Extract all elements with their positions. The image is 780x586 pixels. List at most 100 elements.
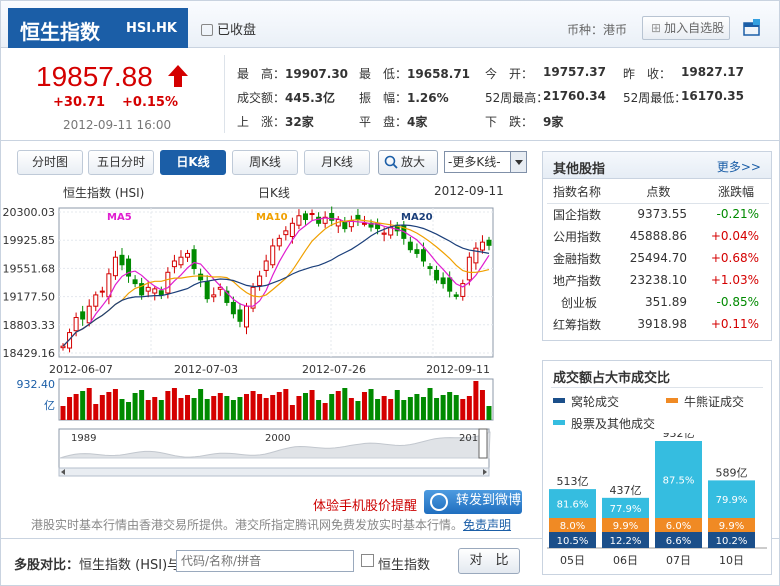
table-row[interactable]: 国企指数 9373.55 -0.21% (547, 203, 769, 225)
tab-weekly-k[interactable]: 周K线 (232, 150, 298, 175)
candle-body (355, 214, 361, 221)
share-grid-icon[interactable] (743, 19, 761, 36)
stat-item: 今 开： 19757.37 (485, 65, 606, 82)
volume-bar (283, 389, 289, 420)
cbbc-pct: 9.9% (613, 521, 638, 532)
tab-five-day[interactable]: 五日分时 (88, 150, 154, 175)
candle-body (427, 266, 433, 270)
tab-daily-k[interactable]: 日K线 (160, 150, 226, 175)
candle-body (93, 294, 99, 307)
candle-body (309, 213, 315, 216)
stat-value: 21760.34 (543, 89, 607, 103)
warrant-pct: 10.2% (716, 536, 748, 547)
stat-value: 19827.17 (681, 65, 745, 79)
turnover-total: 437亿 (610, 484, 642, 497)
candle-body (171, 260, 177, 268)
turnover-total: 932亿 (663, 433, 695, 440)
candle-body (99, 290, 105, 293)
volume-bar (119, 399, 125, 420)
index-value-cell: 9373.55 (637, 207, 688, 222)
volume-bar (348, 398, 354, 420)
volume-bar (375, 399, 381, 420)
candle-body (198, 273, 204, 281)
candle-body (479, 241, 485, 251)
candle-body (453, 294, 459, 297)
volume-bar (60, 406, 66, 420)
volume-bar (335, 391, 341, 420)
hsi-checkbox[interactable] (361, 554, 374, 567)
add-watchlist-label: 加入自选股 (664, 21, 725, 35)
volume-bar (394, 390, 400, 420)
candle-body (276, 237, 282, 247)
chart-footer: 体验手机股价提醒 转发到微博 港股实时基本行情由香港交易所提供。港交所指定腾讯网… (1, 487, 531, 537)
volume-bar (401, 400, 407, 420)
stat-label: 今 开： (485, 67, 534, 81)
col-value: 点数 (613, 181, 698, 204)
candle-body (486, 239, 492, 246)
mobile-alert-link[interactable]: 体验手机股价提醒 (313, 495, 417, 514)
ma-label: MA5 (107, 212, 132, 223)
stock-pct: 77.9% (610, 504, 642, 515)
volume-bar (93, 404, 99, 420)
tab-intraday[interactable]: 分时图 (17, 150, 83, 175)
index-value-cell: 3918.98 (637, 317, 688, 331)
legend-stock-label: 股票及其他成交 (571, 417, 656, 431)
compare-label: 多股对比： (14, 558, 80, 573)
compare-button[interactable]: 对 比 (458, 548, 520, 574)
more-link[interactable]: 更多>> (717, 158, 761, 175)
table-row[interactable]: 红筹指数 3918.98 +0.11% (547, 313, 769, 335)
zoom-label: 放大 (401, 155, 426, 169)
y-tick-label: 18803.33 (3, 319, 56, 332)
price-percent: +0.15% (122, 95, 178, 110)
tab-monthly-k[interactable]: 月K线 (304, 150, 370, 175)
other-index-panel: 其他股指 更多>> 指数名称 点数 涨跌幅 国企指数 9373.55 -0.21% 公… (542, 151, 772, 341)
index-name-cell: 金融指数 (553, 251, 602, 266)
navigator-year: 2000 (265, 433, 290, 444)
other-index-header: 其他股指 更多>> (543, 152, 771, 179)
volume-bar (486, 406, 492, 420)
table-row[interactable]: 金融指数 25494.70 +0.68% (547, 247, 769, 269)
index-value-cell: 45888.86 (629, 229, 688, 243)
volume-bar (80, 391, 86, 420)
index-name-cell: 红筹指数 (553, 317, 602, 332)
current-price: 19857.88 (36, 61, 153, 92)
disclaimer-link[interactable]: 免责声明 (463, 518, 511, 532)
turnover-day: 05日 (560, 554, 585, 567)
more-k-value: -更多K线- (448, 155, 501, 169)
hsi-checkbox-label: 恒生指数 (378, 558, 431, 573)
more-k-select[interactable]: -更多K线- (444, 151, 527, 173)
candle-body (381, 232, 387, 235)
candle-body (302, 213, 308, 221)
index-name-cell: 地产指数 (553, 273, 602, 288)
table-row[interactable]: 地产指数 23238.10 +1.03% (547, 269, 769, 291)
add-watchlist-button[interactable]: ⊞ 加入自选股 (642, 16, 730, 40)
volume-bar (152, 397, 158, 420)
candle-body (132, 279, 138, 285)
stat-value: 1.26% (407, 91, 449, 105)
volume-bar (112, 389, 118, 420)
candle-body (447, 277, 453, 292)
weibo-share-button[interactable]: 转发到微博 (424, 490, 522, 514)
candle-body (230, 301, 236, 315)
index-change-cell: +0.11% (710, 317, 759, 331)
stat-item: 最 高：19907.30 (237, 65, 348, 82)
kline-svg[interactable]: 20300.03 19925.85 19551.68 19177.50 18803.33… (1, 182, 531, 482)
stat-item: 52周最低： 16170.35 (623, 89, 744, 106)
candle-body (86, 305, 92, 324)
volume-bar (165, 391, 171, 420)
volume-bar (329, 394, 335, 420)
index-value-cell: 23238.10 (629, 273, 688, 287)
turnover-total: 589亿 (716, 466, 748, 479)
zoom-button[interactable]: 放大 (378, 150, 438, 175)
weibo-share-label: 转发到微博 (456, 493, 522, 508)
volume-bar (466, 396, 472, 420)
volume-bar (453, 395, 459, 420)
volume-bar (316, 400, 322, 420)
volume-bar (139, 390, 145, 420)
ma-label: MA10 (256, 212, 288, 223)
index-value-cell: 351.89 (645, 295, 688, 309)
table-row[interactable]: 创业板 351.89 -0.85% (547, 291, 769, 313)
table-row[interactable]: 公用指数 45888.86 +0.04% (547, 225, 769, 247)
stat-label: 52周最低： (623, 91, 687, 105)
compare-input[interactable] (176, 550, 354, 572)
